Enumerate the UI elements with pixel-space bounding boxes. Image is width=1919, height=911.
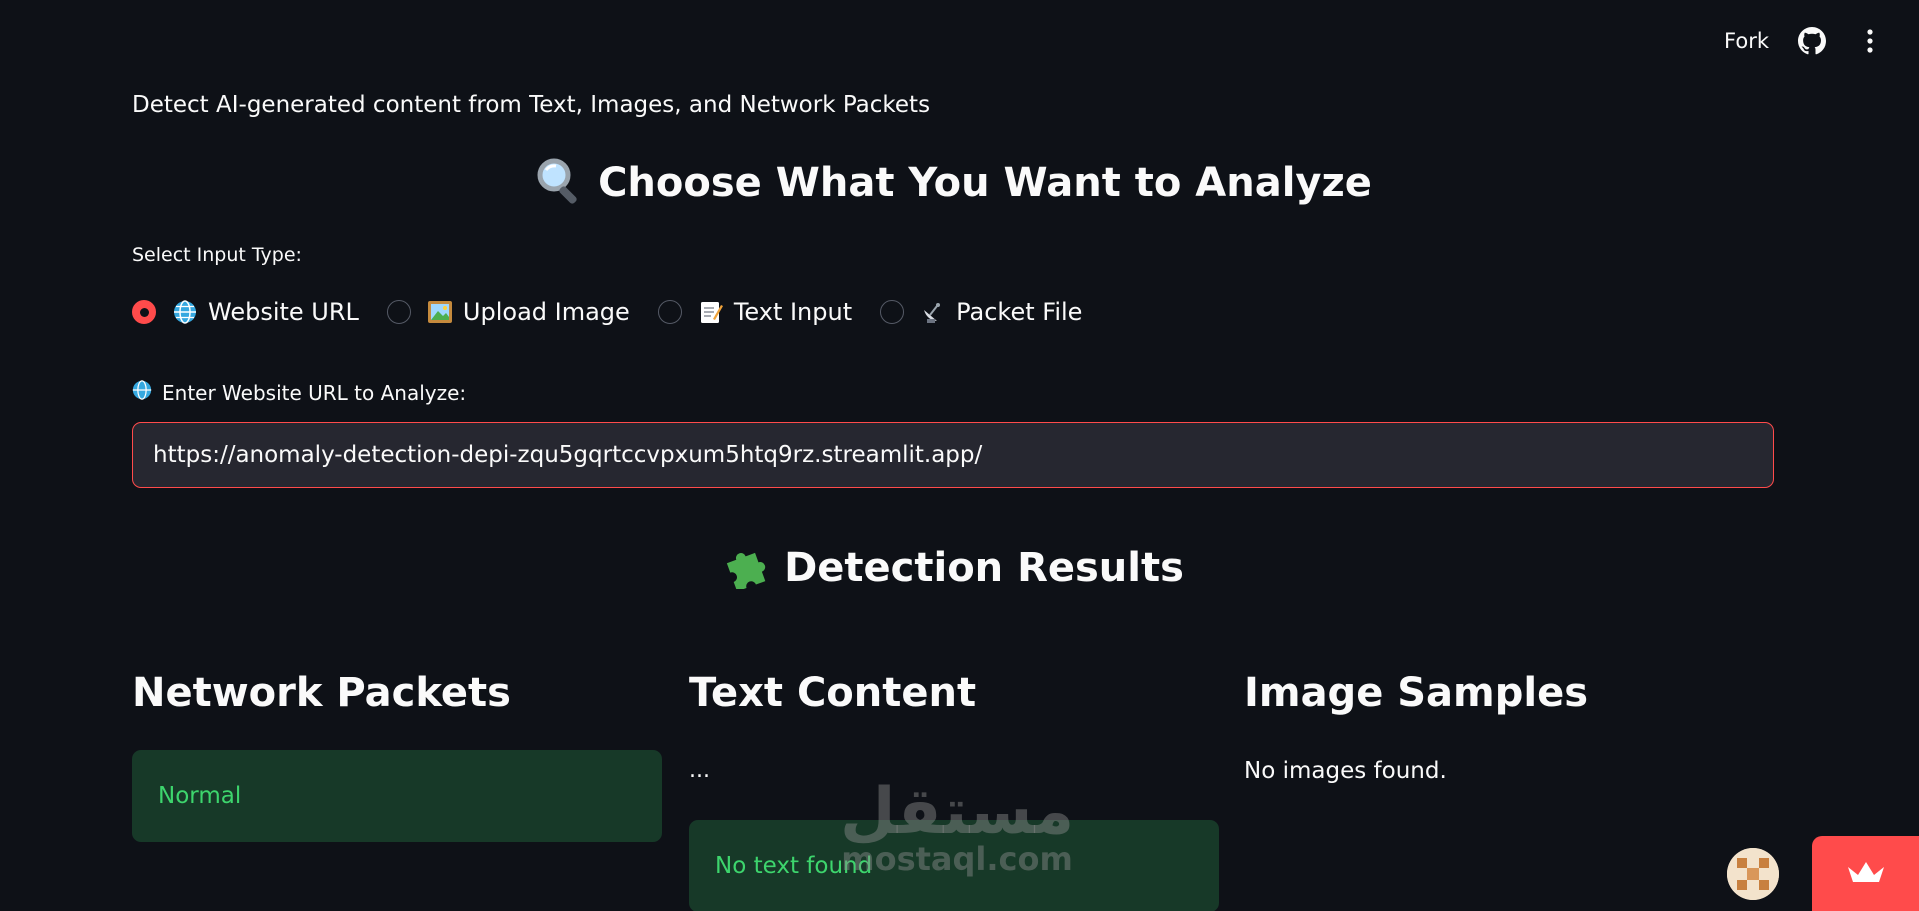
- image-samples-column: Image Samples No images found.: [1244, 670, 1774, 784]
- analyze-title-text: Choose What You Want to Analyze: [598, 160, 1372, 206]
- puzzle-piece-icon: [722, 541, 770, 599]
- text-content-column: Text Content ... No text found: [689, 670, 1219, 911]
- network-packets-title: Network Packets: [132, 670, 511, 716]
- avatar[interactable]: [1727, 848, 1779, 900]
- framed-picture-icon: [427, 300, 453, 324]
- radio-packet-file[interactable]: Packet File: [880, 298, 1082, 326]
- text-preview: ...: [689, 758, 710, 783]
- magnifier-icon: [534, 156, 584, 214]
- url-input[interactable]: [133, 423, 1773, 487]
- radio-button-checked[interactable]: [132, 300, 156, 324]
- text-status-alert: No text found: [689, 820, 1219, 911]
- more-vertical-icon[interactable]: [1855, 26, 1885, 56]
- github-icon[interactable]: [1797, 26, 1827, 56]
- radio-label: Website URL: [208, 298, 359, 326]
- radio-label: Upload Image: [462, 298, 630, 326]
- results-heading: Detection Results: [132, 541, 1774, 599]
- app-subtitle: Detect AI-generated content from Text, I…: [132, 92, 931, 118]
- globe-icon: [132, 380, 152, 405]
- url-label-text: Enter Website URL to Analyze:: [162, 380, 467, 405]
- analyze-heading: Choose What You Want to Analyze: [132, 156, 1774, 214]
- network-packets-column: Network Packets Normal: [132, 670, 662, 842]
- radio-upload-image[interactable]: Upload Image: [386, 298, 630, 326]
- radio-website-url[interactable]: Website URL: [132, 298, 359, 326]
- globe-icon: [172, 300, 198, 324]
- top-header: Fork: [1724, 26, 1885, 56]
- crown-icon: [1846, 859, 1886, 889]
- network-status-alert: Normal: [132, 750, 662, 842]
- input-type-radio-group: Website URL Upload Image Text Input Pack…: [132, 298, 1110, 326]
- text-status-text: No text found: [715, 853, 873, 879]
- radio-button[interactable]: [880, 300, 905, 324]
- no-images-message: No images found.: [1244, 758, 1447, 784]
- radio-label: Text Input: [733, 298, 853, 326]
- radio-button[interactable]: [386, 300, 411, 324]
- app-page: Fork Detect AI-generated content from Te…: [0, 0, 1919, 911]
- url-field-label: Enter Website URL to Analyze:: [132, 380, 466, 405]
- input-type-label: Select Input Type:: [132, 244, 302, 266]
- satellite-antenna-icon: [920, 300, 946, 324]
- network-status-text: Normal: [158, 783, 242, 809]
- results-title-text: Detection Results: [784, 545, 1184, 591]
- radio-label: Packet File: [956, 298, 1083, 326]
- radio-button[interactable]: [657, 300, 682, 324]
- url-input-container: [132, 422, 1774, 488]
- radio-text-input[interactable]: Text Input: [657, 298, 853, 326]
- memo-icon: [698, 300, 724, 324]
- fork-button[interactable]: Fork: [1724, 29, 1769, 53]
- text-content-title: Text Content: [689, 670, 977, 716]
- streamlit-badge-button[interactable]: [1812, 836, 1919, 911]
- image-samples-title: Image Samples: [1244, 670, 1589, 716]
